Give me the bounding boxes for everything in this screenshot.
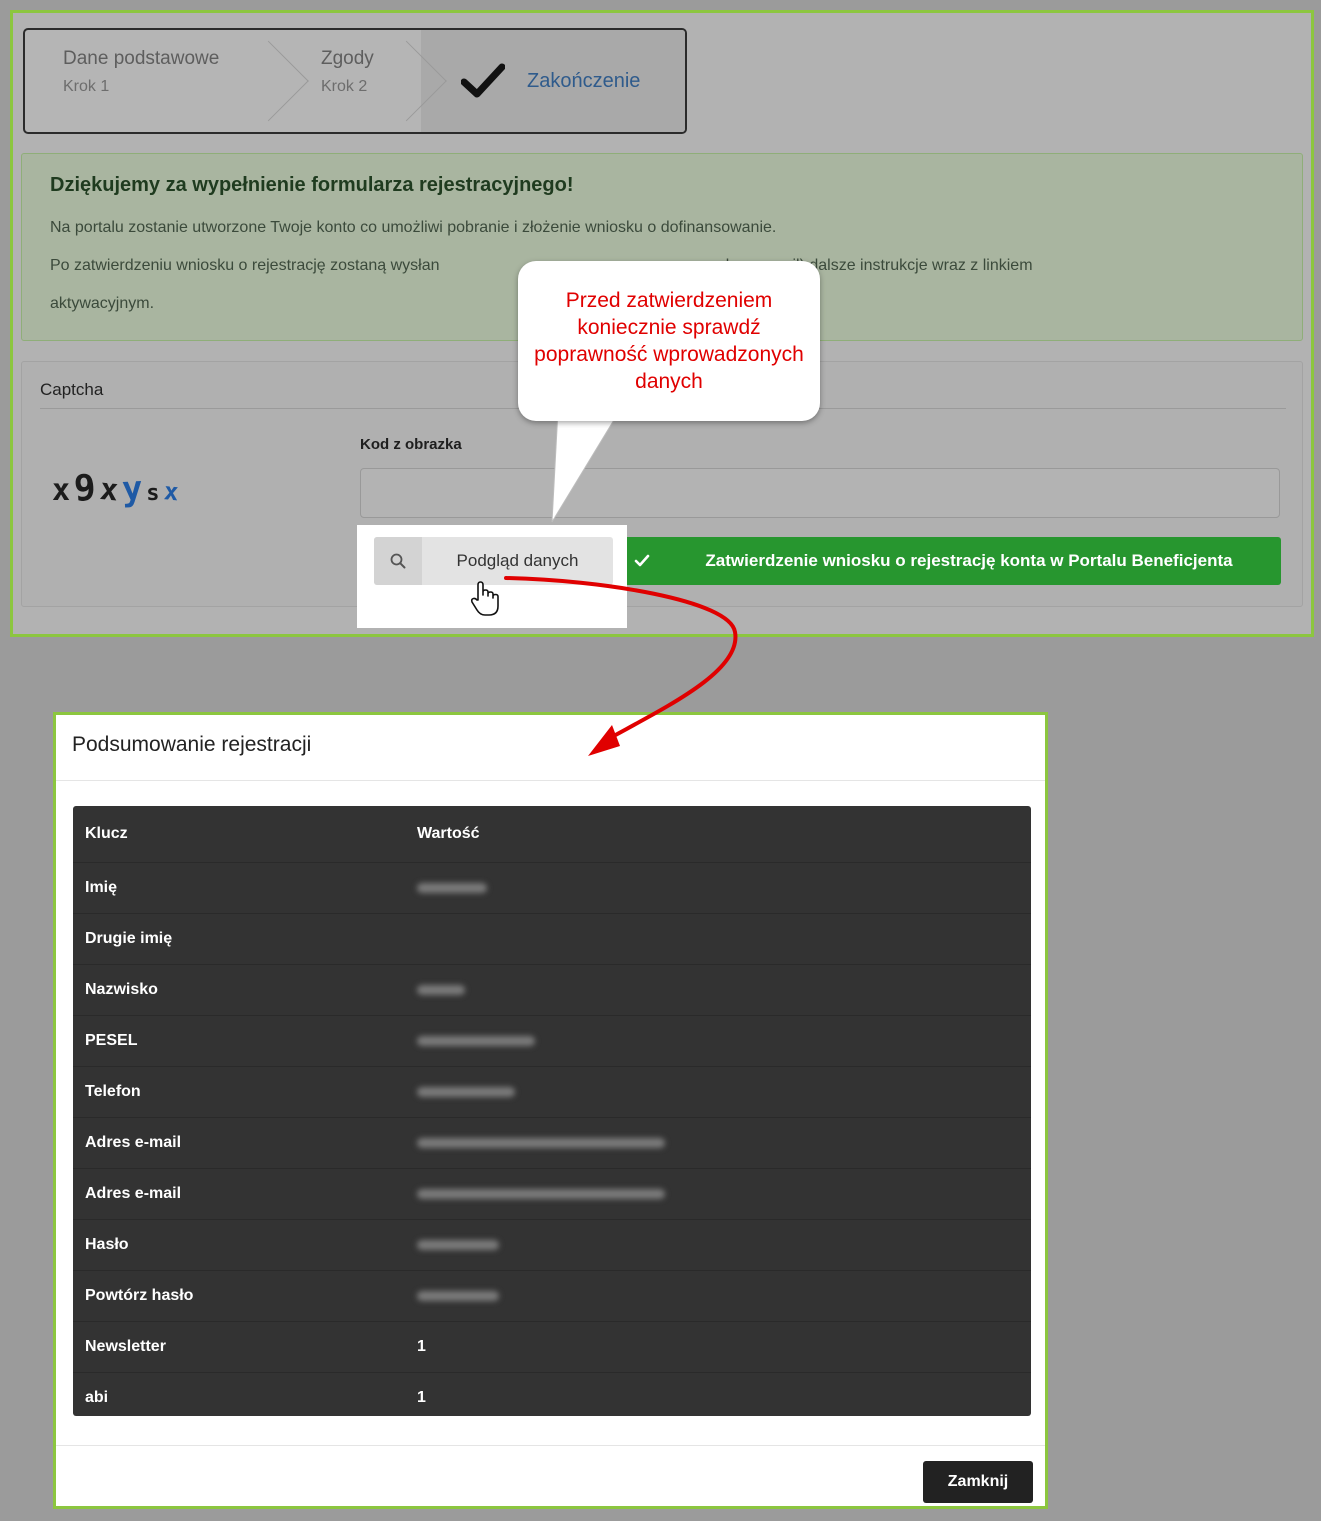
row-key: PESEL	[73, 1015, 405, 1067]
row-value: 1	[405, 1372, 1031, 1416]
callout-text: Przed zatwierdzeniem koniecznie sprawdź …	[534, 289, 804, 393]
redacted-value	[417, 1086, 515, 1097]
table-row: Nazwisko	[73, 964, 1031, 1016]
table-row: PESEL	[73, 1015, 1031, 1067]
close-button[interactable]: Zamknij	[923, 1461, 1033, 1503]
table-row: Drugie imię	[73, 913, 1031, 965]
alert-line-1: Na portalu zostanie utworzone Twoje kont…	[50, 219, 777, 236]
red-arrow-annotation	[504, 576, 738, 756]
row-key: abi	[73, 1372, 405, 1416]
table-row: Imię	[73, 862, 1031, 914]
redacted-value	[417, 882, 487, 893]
captcha-image: x9xysx	[52, 467, 184, 510]
row-value	[405, 1066, 1031, 1118]
redacted-value	[417, 984, 465, 995]
redacted-value	[417, 1290, 499, 1301]
captcha-char: x	[162, 477, 184, 507]
row-key: Drugie imię	[73, 913, 405, 965]
row-value: 1	[405, 1321, 1031, 1373]
row-value	[405, 1168, 1031, 1220]
row-key: Powtórz hasło	[73, 1270, 405, 1322]
summary-table: Klucz Wartość Imię Drugie imię Nazwisko PES…	[73, 806, 1031, 1416]
table-row: Adres e-mail	[73, 1117, 1031, 1169]
table-row: Powtórz hasło	[73, 1270, 1031, 1322]
registration-summary-modal: Podsumowanie rejestracji Klucz Wartość I…	[53, 712, 1048, 1509]
modal-title: Podsumowanie rejestracji	[72, 733, 312, 756]
redacted-value	[417, 1035, 535, 1046]
captcha-char: s	[146, 481, 164, 506]
table-header-row: Klucz Wartość	[73, 806, 1031, 863]
search-icon-box	[374, 537, 422, 585]
stepper: Dane podstawowe Krok 1 Zgody Krok 2 Zako…	[23, 28, 687, 134]
row-value	[405, 913, 1031, 965]
row-value	[405, 1270, 1031, 1322]
redacted-value	[417, 1239, 499, 1250]
row-key: Nazwisko	[73, 964, 405, 1016]
alert-title: Dziękujemy za wypełnienie formularza rej…	[50, 174, 574, 196]
captcha-panel-title: Captcha	[40, 380, 104, 399]
search-icon	[390, 553, 406, 569]
captcha-char: x	[52, 473, 75, 508]
row-key: Telefon	[73, 1066, 405, 1118]
callout-tail	[551, 410, 621, 523]
table-row: abi 1	[73, 1372, 1031, 1416]
table-row: Telefon	[73, 1066, 1031, 1118]
table-body: Imię Drugie imię Nazwisko PESEL Telefon Adres…	[73, 862, 1031, 1416]
summary-table-container: Klucz Wartość Imię Drugie imię Nazwisko PES…	[73, 806, 1031, 1416]
row-value	[405, 1015, 1031, 1067]
redacted-value	[417, 1137, 665, 1148]
captcha-char: 9	[72, 467, 102, 510]
alert-line-2-start: Po zatwierdzeniu wniosku o rejestrację z…	[50, 257, 440, 274]
row-key: Hasło	[73, 1219, 405, 1271]
row-value	[405, 1117, 1031, 1169]
step-dane-podstawowe: Dane podstawowe Krok 1	[25, 30, 309, 132]
captcha-char: y	[120, 468, 148, 510]
code-label: Kod z obrazka	[360, 436, 462, 453]
column-header-key: Klucz	[73, 806, 405, 863]
captcha-code-input[interactable]	[360, 468, 1280, 518]
table-row: Adres e-mail	[73, 1168, 1031, 1220]
row-key: Imię	[73, 862, 405, 914]
row-key: Adres e-mail	[73, 1168, 405, 1220]
divider	[56, 780, 1045, 781]
column-header-value: Wartość	[405, 806, 1031, 863]
row-value	[405, 1219, 1031, 1271]
row-key: Adres e-mail	[73, 1117, 405, 1169]
row-value	[405, 964, 1031, 1016]
captcha-char: x	[97, 471, 124, 510]
redacted-value	[417, 1188, 665, 1199]
row-value	[405, 862, 1031, 914]
row-key: Newsletter	[73, 1321, 405, 1373]
table-row: Hasło	[73, 1219, 1031, 1271]
step-zakonczenie: Zakończenie	[421, 30, 685, 132]
callout-bubble: Przed zatwierdzeniem koniecznie sprawdź …	[518, 261, 820, 421]
step-title: Zakończenie	[527, 69, 641, 92]
table-row: Newsletter 1	[73, 1321, 1031, 1373]
check-icon	[461, 63, 505, 98]
divider	[56, 1445, 1045, 1446]
